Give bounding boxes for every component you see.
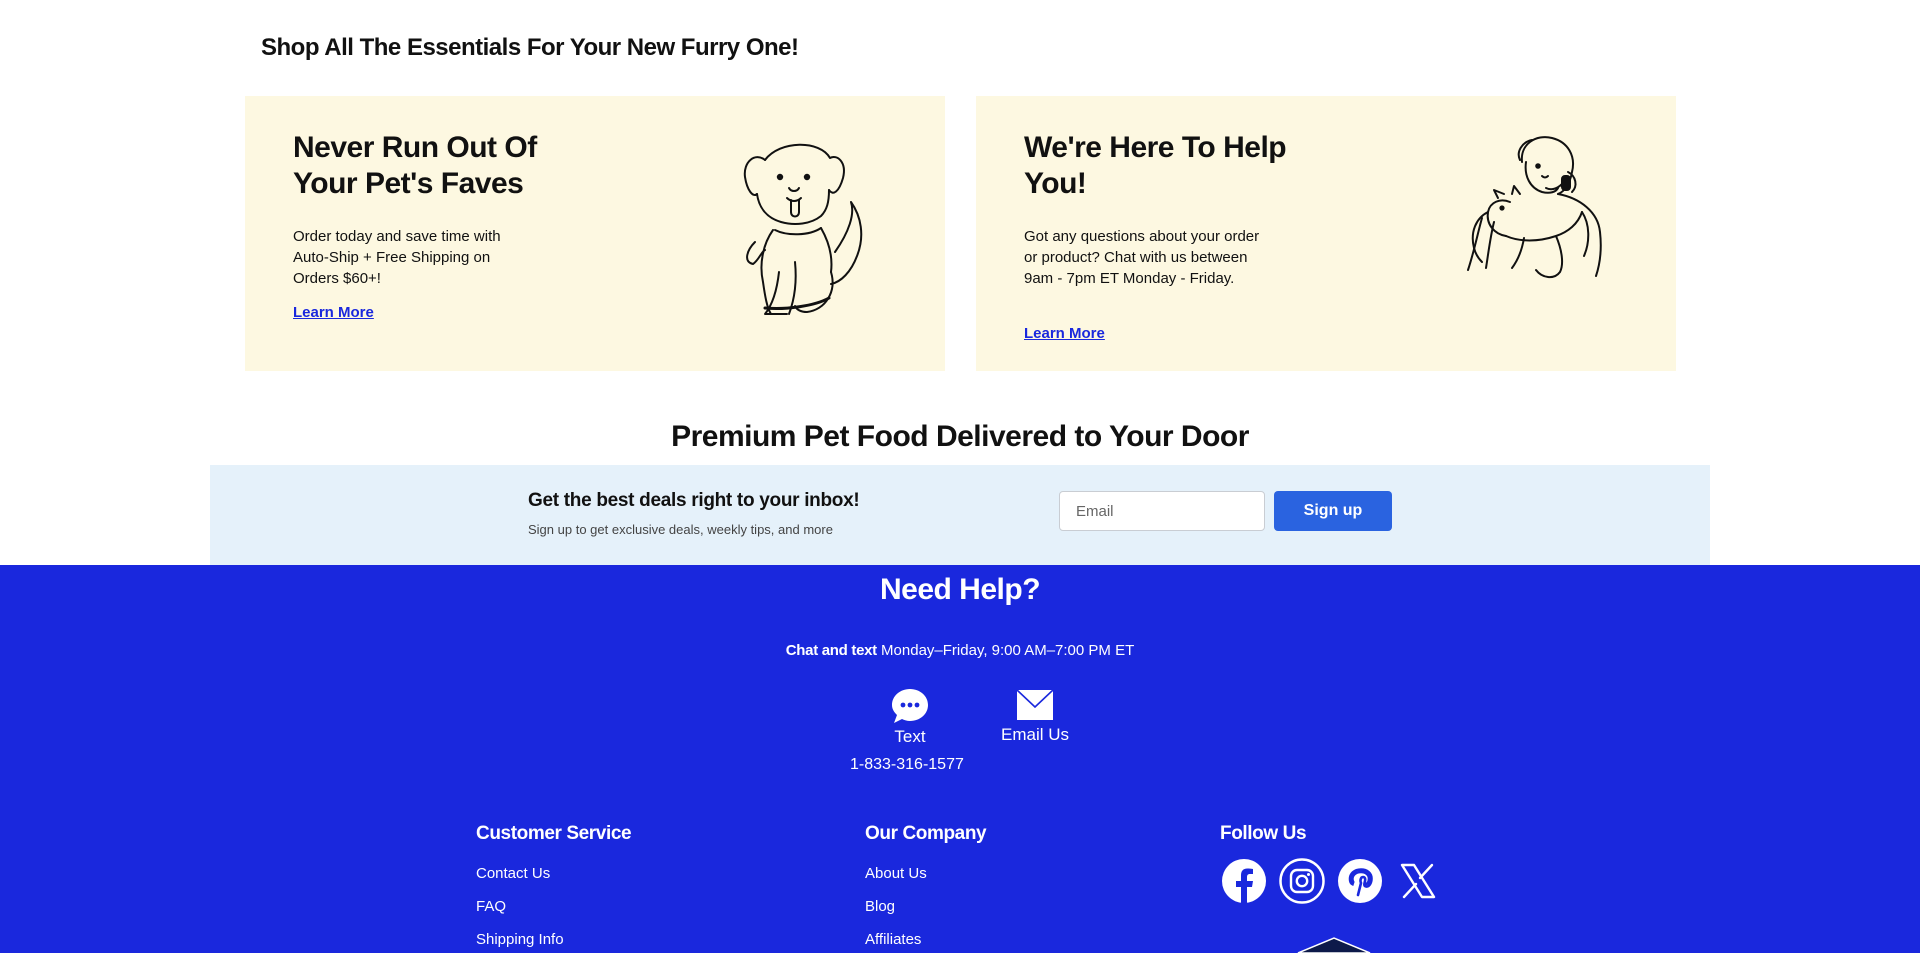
- text-label: Text: [894, 727, 926, 746]
- dog-illustration: [743, 143, 863, 315]
- facebook-icon[interactable]: [1220, 857, 1268, 910]
- help-promo-card: We're Here To Help You! Got any question…: [976, 96, 1676, 371]
- customer-service-column: Customer Service Contact Us FAQ Shipping…: [476, 823, 632, 956]
- faq-link[interactable]: FAQ: [476, 890, 631, 923]
- premium-title: Premium Pet Food Delivered to Your Door: [671, 420, 1249, 453]
- support-hours-text: Monday–Friday, 9:00 AM–7:00 PM ET: [876, 642, 1135, 659]
- affiliates-link[interactable]: Affiliates: [865, 923, 986, 956]
- footer: Need Help? Chat and text Monday–Friday, …: [0, 565, 1920, 953]
- social-links: [1220, 857, 1442, 910]
- signup-button[interactable]: Sign up: [1274, 491, 1392, 531]
- our-company-column: Our Company About Us Blog Affiliates: [865, 823, 987, 956]
- trust-badge-icon: [1297, 937, 1371, 953]
- support-agent-with-cat-illustration: [1467, 136, 1602, 278]
- help-heading: We're Here To Help You!: [1024, 131, 1287, 200]
- autoship-heading: Never Run Out Of Your Pet's Faves: [293, 131, 537, 200]
- email-input[interactable]: [1059, 491, 1265, 531]
- follow-us-title: Follow Us: [1220, 823, 1307, 844]
- about-us-link[interactable]: About Us: [865, 857, 986, 890]
- our-company-title: Our Company: [865, 823, 987, 844]
- follow-us-column: Follow Us: [1220, 823, 1442, 910]
- autoship-promo-card: Never Run Out Of Your Pet's Faves Order …: [245, 96, 945, 371]
- support-hours: Chat and text Monday–Friday, 9:00 AM–7:0…: [0, 642, 1920, 659]
- x-icon[interactable]: [1394, 857, 1442, 910]
- blog-link[interactable]: Blog: [865, 890, 986, 923]
- help-body: Got any questions about your order or pr…: [1024, 228, 1260, 287]
- customer-service-title: Customer Service: [476, 823, 632, 844]
- chat-bubble-icon: [892, 689, 928, 723]
- pinterest-icon[interactable]: [1336, 857, 1384, 910]
- help-learn-more-link[interactable]: Learn More: [1024, 325, 1105, 342]
- phone-number-link[interactable]: 1-833-316-1577: [850, 756, 964, 774]
- email-us-button[interactable]: Email Us: [990, 687, 1080, 745]
- contact-us-link[interactable]: Contact Us: [476, 857, 631, 890]
- autoship-learn-more-link[interactable]: Learn More: [293, 304, 374, 321]
- newsletter-heading: Get the best deals right to your inbox!: [528, 490, 860, 511]
- newsletter-banner: Get the best deals right to your inbox! …: [210, 465, 1710, 565]
- autoship-body: Order today and save time with Auto-Ship…: [293, 228, 501, 287]
- email-us-label: Email Us: [1000, 725, 1069, 744]
- shipping-info-link[interactable]: Shipping Info: [476, 923, 631, 956]
- support-hours-label: Chat and text: [785, 642, 877, 659]
- essentials-title: Shop All The Essentials For Your New Fur…: [261, 34, 799, 61]
- envelope-icon: [1016, 689, 1054, 720]
- text-contact-button[interactable]: Text: [880, 687, 940, 747]
- instagram-icon[interactable]: [1278, 857, 1326, 910]
- need-help-title: Need Help?: [879, 573, 1041, 606]
- newsletter-subtext: Sign up to get exclusive deals, weekly t…: [528, 522, 833, 537]
